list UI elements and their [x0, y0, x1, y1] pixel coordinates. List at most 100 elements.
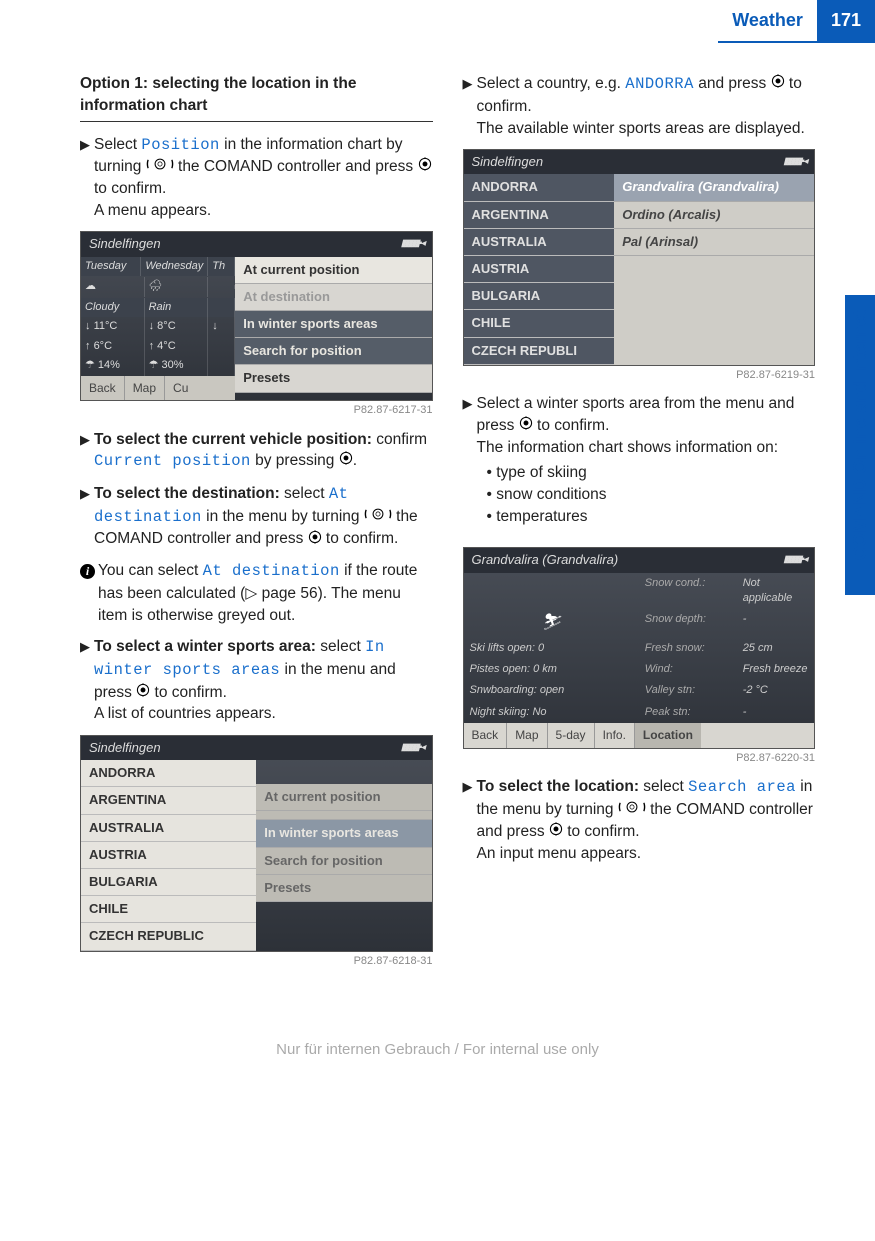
list-item: ARGENTINA [81, 787, 256, 814]
text: in the menu by turning [202, 508, 364, 525]
press-controller-icon [549, 821, 563, 843]
step-result: A list of countries appears. [94, 703, 433, 725]
list-item: AUSTRIA [464, 256, 615, 283]
step: ▶ To select the current vehicle position… [80, 429, 433, 473]
text: the COMAND controller and press [174, 158, 418, 175]
pct: 30% [162, 359, 184, 371]
press-controller-icon [519, 415, 533, 437]
section-heading: Option 1: selecting the location in the … [80, 73, 433, 121]
header-page-number: 171 [817, 0, 875, 43]
text: select [316, 638, 365, 655]
value: Fresh breeze [743, 662, 808, 677]
step: ▶ To select the location: select Search … [463, 776, 816, 864]
menu-item: In winter sports areas [235, 311, 431, 338]
btn: Back [464, 723, 508, 748]
step-marker-icon: ▶ [463, 393, 477, 537]
text: and press [694, 75, 771, 92]
label: Wind: [645, 662, 743, 677]
label: Snow depth: [645, 612, 743, 634]
ui-term: Search area [688, 778, 796, 796]
row: Pistes open: 0 km [464, 659, 639, 680]
menu-item: Search for position [256, 848, 431, 875]
btn: 5-day [548, 723, 595, 748]
list-item: ANDORRA [81, 760, 256, 787]
step-marker-icon: ▶ [80, 134, 94, 222]
label: Fresh snow: [645, 641, 743, 656]
text: Select [94, 136, 141, 153]
step-marker-icon: ▶ [463, 73, 477, 139]
signal-icon: ▮▮▮▮▮ ▪◂ [783, 155, 806, 169]
list-item: BULGARIA [464, 283, 615, 310]
value: - [743, 705, 747, 720]
btn: Map [507, 723, 547, 748]
list-item: ARGENTINA [464, 202, 615, 229]
text: by pressing [251, 452, 339, 469]
label: Snow cond.: [645, 576, 743, 607]
day: Th [208, 257, 235, 276]
turn-controller-icon [618, 799, 646, 821]
ss-title: Sindelfingen [89, 739, 161, 757]
step: ▶ Select a country, e.g. ANDORRA and pre… [463, 73, 816, 139]
list-item: CZECH REPUBLI [464, 338, 615, 365]
bullet: type of skiing [487, 462, 816, 484]
step-marker-icon: ▶ [80, 429, 94, 473]
label: Peak stn: [645, 705, 743, 720]
cond: Rain [145, 298, 209, 317]
step-bold: To select the location: [477, 778, 640, 795]
btn: Back [81, 376, 125, 401]
header-title: Weather [718, 0, 817, 43]
area-item: Grandvalira (Grandvalira) [614, 174, 814, 201]
screenshot-ski-info: Grandvalira (Grandvalira)▮▮▮▮▮ ▪◂ Snow c… [463, 547, 816, 749]
menu-item: At current position [256, 784, 431, 811]
row: Snwboarding: open [464, 680, 639, 701]
cond: Cloudy [81, 298, 145, 317]
ss-title: Sindelfingen [472, 153, 544, 171]
btn: Map [125, 376, 165, 401]
ui-term: ANDORRA [625, 75, 694, 93]
menu-item: At destination [235, 284, 431, 311]
step-bold: To select the destination: [94, 485, 280, 502]
btn: Info. [595, 723, 635, 748]
screenshot-area-list: Sindelfingen ▮▮▮▮▮ ▪◂ ANDORRA ARGENTINA A… [463, 149, 816, 366]
step-marker-icon: ▶ [80, 483, 94, 550]
ui-term: At destination [203, 562, 340, 580]
list-item: CHILE [81, 896, 256, 923]
btn: Location [635, 723, 701, 748]
temp: 4°C [157, 340, 175, 352]
turn-controller-icon [146, 156, 174, 178]
signal-icon: ▮▮▮▮▮ ▪◂ [401, 237, 424, 251]
step: ▶ To select a winter sports area: select… [80, 636, 433, 725]
step-marker-icon: ▶ [80, 636, 94, 725]
screenshot-country-list: Sindelfingen ▮▮▮▮▮ ▪◂ ANDORRA ARGENTINA A… [80, 735, 433, 952]
text: You can select [98, 562, 203, 579]
weather-icon: ☁ [81, 277, 145, 296]
temp: 6°C [94, 340, 112, 352]
text: to confirm. [563, 823, 640, 840]
list-item: AUSTRALIA [81, 815, 256, 842]
list-item: ANDORRA [464, 174, 615, 201]
text: to confirm. [150, 684, 227, 701]
value: 25 cm [743, 641, 773, 656]
screenshot-position-menu: Sindelfingen▮▮▮▮▮ ▪◂ Tuesday Wednesday T… [80, 231, 433, 401]
menu-item: Search for position [235, 338, 431, 365]
temp: 11°C [94, 320, 118, 332]
step-result: A menu appears. [94, 200, 433, 222]
footer-watermark: Nur für internen Gebrauch / For internal… [0, 1039, 875, 1060]
text: . [353, 452, 357, 469]
bullet: temperatures [487, 506, 816, 528]
step-bold: To select a winter sports area: [94, 638, 316, 655]
menu-item: Presets [256, 875, 431, 902]
left-column: Option 1: selecting the location in the … [80, 73, 433, 979]
text: select [280, 485, 329, 502]
signal-icon: ▮▮▮▮▮ ▪◂ [401, 741, 424, 755]
figure-caption: P82.87-6219-31 [463, 368, 816, 383]
figure-caption: P82.87-6217-31 [80, 403, 433, 418]
info-icon: i [80, 564, 95, 579]
figure-caption: P82.87-6220-31 [463, 751, 816, 766]
press-controller-icon [339, 450, 353, 472]
step-result: An input menu appears. [477, 843, 816, 865]
menu-item [256, 811, 431, 820]
info-note: i You can select At destination if the r… [80, 560, 433, 626]
step-result: The information chart shows information … [477, 437, 816, 459]
list-item: BULGARIA [81, 869, 256, 896]
